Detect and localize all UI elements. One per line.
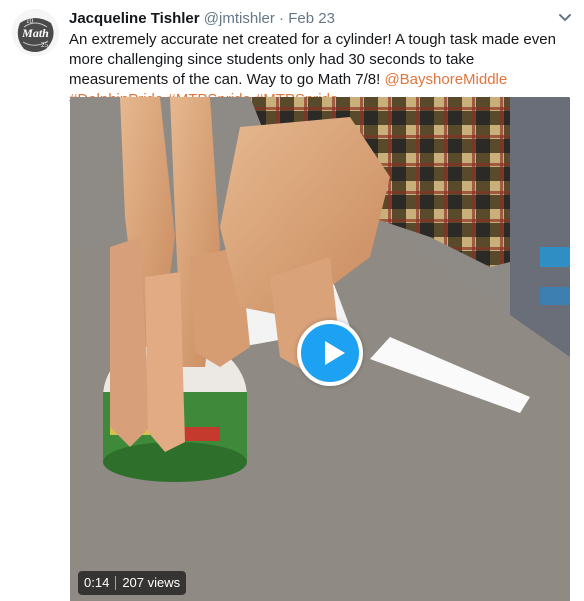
tweet-header: Jacqueline Tishler @jmtishler · Feb 23 xyxy=(69,9,572,29)
badge-divider xyxy=(115,576,117,590)
play-button[interactable] xyxy=(297,320,363,386)
tweet-date[interactable]: Feb 23 xyxy=(288,10,335,27)
video-info-badge: 0:14 207 views xyxy=(78,571,187,595)
author-name[interactable]: Jacqueline Tishler xyxy=(69,10,200,27)
mention-bayshoremiddle[interactable]: @BayshoreMiddle xyxy=(384,71,507,88)
video-player[interactable]: 0:14 207 views xyxy=(70,97,570,601)
avatar[interactable]: 10 Math 25 xyxy=(12,9,59,56)
chevron-down-icon[interactable] xyxy=(558,13,572,23)
header-separator: · xyxy=(279,10,285,27)
svg-text:25: 25 xyxy=(41,41,49,49)
video-views: 207 views xyxy=(122,575,181,590)
svg-text:Math: Math xyxy=(21,26,49,40)
author-handle[interactable]: @jmtishler xyxy=(204,10,275,27)
math-avatar-icon: 10 Math 25 xyxy=(12,9,59,56)
svg-text:10: 10 xyxy=(26,17,34,25)
video-duration: 0:14 xyxy=(84,575,110,590)
